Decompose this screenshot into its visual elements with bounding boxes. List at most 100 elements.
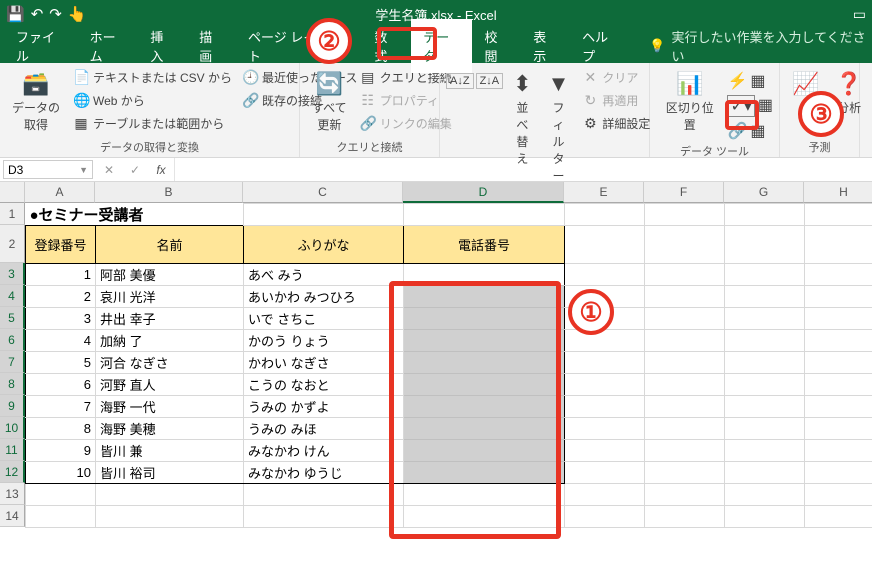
cell[interactable] — [645, 484, 725, 506]
tab-help[interactable]: ヘルプ — [570, 19, 631, 73]
cell[interactable] — [725, 418, 805, 440]
analyze-button[interactable]: ❓ 分析 — [829, 67, 868, 120]
cell[interactable]: いで さちこ — [244, 308, 404, 330]
relationships-icon[interactable]: 🔗 — [727, 121, 747, 141]
cell[interactable] — [26, 484, 96, 506]
fx-icon[interactable]: fx — [148, 158, 174, 181]
cell[interactable]: 1 — [26, 264, 96, 286]
row-header[interactable]: 14 — [0, 505, 25, 527]
cell[interactable]: 2 — [26, 286, 96, 308]
row-header[interactable]: 2 — [0, 225, 25, 263]
select-all-corner[interactable] — [0, 182, 25, 203]
cell[interactable]: かわい なぎさ — [244, 352, 404, 374]
cell[interactable] — [805, 374, 872, 396]
column-header[interactable]: G — [724, 182, 804, 203]
cell[interactable]: 5 — [26, 352, 96, 374]
cell[interactable] — [404, 308, 565, 330]
cell[interactable]: こうの なおと — [244, 374, 404, 396]
cell[interactable] — [244, 204, 404, 226]
cell[interactable]: 哀川 光洋 — [96, 286, 244, 308]
tab-review[interactable]: 校閲 — [472, 19, 521, 73]
cell[interactable] — [565, 374, 645, 396]
cell[interactable] — [645, 396, 725, 418]
what-if-button[interactable]: 📈 — [786, 67, 825, 101]
column-header[interactable]: C — [243, 182, 403, 203]
data-validation-button[interactable]: ✓▾ — [727, 95, 754, 117]
cell[interactable] — [565, 264, 645, 286]
cell[interactable] — [96, 506, 244, 528]
chevron-down-icon[interactable]: ▼ — [79, 165, 88, 175]
tab-formulas[interactable]: 数式 — [362, 19, 411, 73]
cell[interactable] — [404, 264, 565, 286]
cell[interactable]: 井出 幸子 — [96, 308, 244, 330]
cell[interactable] — [565, 440, 645, 462]
cell[interactable]: あいかわ みつひろ — [244, 286, 404, 308]
cell[interactable] — [645, 308, 725, 330]
cell[interactable] — [404, 374, 565, 396]
cell[interactable] — [645, 264, 725, 286]
cell[interactable] — [565, 226, 645, 264]
cell[interactable]: ふりがな — [244, 226, 404, 264]
cell[interactable] — [565, 396, 645, 418]
cell[interactable] — [565, 330, 645, 352]
cell[interactable]: うみの かずよ — [244, 396, 404, 418]
grid[interactable]: ●セミナー受講者登録番号名前ふりがな電話番号1阿部 美優あべ みう2哀川 光洋あ… — [25, 203, 872, 528]
cell[interactable] — [805, 506, 872, 528]
cell[interactable] — [805, 396, 872, 418]
from-table-button[interactable]: ▦テーブルまたは範囲から — [70, 113, 235, 134]
cell[interactable]: 海野 一代 — [96, 396, 244, 418]
cell[interactable] — [645, 374, 725, 396]
column-header[interactable]: A — [25, 182, 95, 203]
cell[interactable]: 7 — [26, 396, 96, 418]
cell[interactable] — [805, 484, 872, 506]
cell[interactable] — [805, 264, 872, 286]
column-header[interactable]: F — [644, 182, 724, 203]
row-header[interactable]: 9 — [0, 395, 25, 417]
sort-az-icon[interactable]: A↓Z — [446, 73, 474, 89]
column-header[interactable]: D — [403, 182, 564, 203]
row-header[interactable]: 1 — [0, 203, 25, 225]
spreadsheet[interactable]: 1234567891011121314 ABCDEFGH ●セミナー受講者登録番… — [0, 182, 872, 566]
cell[interactable]: 海野 美穂 — [96, 418, 244, 440]
cell[interactable] — [244, 484, 404, 506]
cell[interactable]: 名前 — [96, 226, 244, 264]
cell[interactable] — [404, 204, 565, 226]
cell[interactable] — [565, 462, 645, 484]
cell[interactable] — [645, 462, 725, 484]
cell[interactable]: 電話番号 — [404, 226, 565, 264]
cell[interactable] — [805, 286, 872, 308]
cell[interactable]: 加納 了 — [96, 330, 244, 352]
cell[interactable]: 登録番号 — [26, 226, 96, 264]
sort-za-icon[interactable]: Z↓A — [476, 73, 504, 89]
cell[interactable] — [725, 484, 805, 506]
cell[interactable]: 8 — [26, 418, 96, 440]
cell[interactable] — [805, 226, 872, 264]
flash-fill-icon[interactable]: ⚡ — [727, 71, 747, 91]
cell[interactable] — [404, 418, 565, 440]
cell[interactable] — [645, 226, 725, 264]
cell[interactable] — [565, 286, 645, 308]
ribbon-options-icon[interactable]: ▭ — [853, 6, 866, 23]
tab-draw[interactable]: 描画 — [187, 19, 236, 73]
remove-duplicates-icon[interactable]: ▦ — [750, 71, 765, 91]
cell[interactable] — [565, 506, 645, 528]
cell[interactable]: 阿部 美優 — [96, 264, 244, 286]
cell[interactable]: 3 — [26, 308, 96, 330]
cell[interactable] — [725, 352, 805, 374]
cell[interactable] — [645, 352, 725, 374]
sort-button[interactable]: ⬍ 並べ替え — [507, 67, 537, 171]
cell[interactable] — [805, 352, 872, 374]
tab-insert[interactable]: 挿入 — [138, 19, 187, 73]
cell[interactable] — [404, 506, 565, 528]
cell[interactable]: みなかわ けん — [244, 440, 404, 462]
cell[interactable] — [565, 418, 645, 440]
from-web-button[interactable]: 🌐Web から — [70, 90, 235, 111]
cell[interactable] — [805, 308, 872, 330]
row-header[interactable]: 10 — [0, 417, 25, 439]
cell[interactable] — [645, 418, 725, 440]
row-header[interactable]: 7 — [0, 351, 25, 373]
tab-data[interactable]: データ — [411, 19, 472, 73]
column-header[interactable]: B — [95, 182, 243, 203]
cell[interactable] — [404, 484, 565, 506]
cell[interactable]: 河合 なぎさ — [96, 352, 244, 374]
